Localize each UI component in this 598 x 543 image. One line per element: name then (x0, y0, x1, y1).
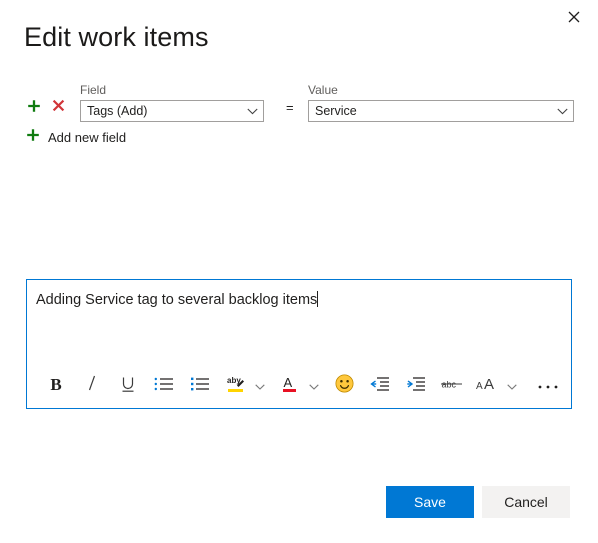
field-dropdown-value: Tags (Add) (87, 104, 148, 118)
italic-button[interactable] (77, 370, 107, 400)
comment-input[interactable]: Adding Service tag to several backlog it… (27, 280, 571, 362)
font-color-chevron-button[interactable] (305, 370, 323, 400)
strikethrough-button[interactable]: abc (437, 370, 467, 400)
font-color-icon: A (281, 374, 299, 397)
underline-icon (119, 375, 137, 396)
increase-indent-icon (406, 376, 426, 395)
chevron-down-icon (241, 108, 263, 115)
row-action-buttons (26, 99, 66, 115)
bulleted-list-button[interactable] (149, 370, 179, 400)
increase-indent-button[interactable] (401, 370, 431, 400)
chevron-down-icon (309, 378, 319, 393)
svg-text:A: A (484, 376, 494, 393)
add-new-field-label: Add new field (48, 130, 127, 145)
highlight-color-chevron-button[interactable] (251, 370, 269, 400)
numbered-list-button[interactable] (185, 370, 215, 400)
dialog-footer: Save Cancel (386, 486, 570, 518)
bold-icon: B (50, 375, 62, 394)
decrease-indent-button[interactable] (365, 370, 395, 400)
close-icon (568, 11, 580, 23)
emoji-button[interactable] (329, 370, 359, 400)
italic-icon (85, 374, 99, 397)
add-new-field-button[interactable]: Add new field (26, 128, 126, 147)
value-column: Value Service (308, 83, 574, 122)
field-label: Field (80, 83, 107, 97)
svg-text:A: A (476, 381, 483, 392)
operator-equals: = (286, 100, 294, 115)
font-color-button[interactable]: A (275, 370, 305, 400)
more-options-button[interactable] (533, 370, 563, 400)
value-dropdown-value: Service (315, 104, 357, 118)
underline-button[interactable] (113, 370, 143, 400)
close-dialog-button[interactable] (559, 4, 589, 30)
font-size-chevron-button[interactable] (503, 370, 521, 400)
svg-text:A: A (284, 375, 293, 390)
font-size-button[interactable]: A A (473, 370, 503, 400)
plus-icon (27, 98, 41, 117)
plus-icon (26, 128, 40, 147)
close-icon (52, 99, 65, 116)
chevron-down-icon (507, 378, 517, 393)
formatting-toolbar: B aby A abc A A (27, 362, 571, 408)
comment-text: Adding Service tag to several backlog it… (36, 292, 318, 308)
numbered-list-icon (190, 376, 210, 395)
highlight-color-icon: aby (226, 374, 246, 397)
font-size-icon: A A (476, 375, 500, 396)
emoji-icon (334, 374, 354, 396)
chevron-down-icon (551, 108, 573, 115)
value-dropdown[interactable]: Service (308, 100, 574, 122)
save-button[interactable]: Save (386, 486, 474, 518)
text-caret (317, 291, 319, 307)
decrease-indent-icon (370, 376, 390, 395)
bulleted-list-icon (154, 376, 174, 395)
comment-editor: Adding Service tag to several backlog it… (26, 279, 572, 409)
bold-button[interactable]: B (41, 370, 71, 400)
highlight-color-button[interactable]: aby (221, 370, 251, 400)
value-label: Value (308, 83, 338, 97)
strikethrough-icon: abc (440, 376, 464, 395)
field-column: Field Tags (Add) (80, 83, 264, 122)
field-dropdown[interactable]: Tags (Add) (80, 100, 264, 122)
remove-row-button[interactable] (50, 99, 66, 115)
criteria-row: Field Tags (Add) = Value Service (26, 83, 574, 123)
add-row-button[interactable] (26, 99, 42, 115)
dialog-title: Edit work items (24, 22, 209, 52)
more-options-icon (537, 378, 559, 393)
cancel-button[interactable]: Cancel (482, 486, 570, 518)
chevron-down-icon (255, 378, 265, 393)
